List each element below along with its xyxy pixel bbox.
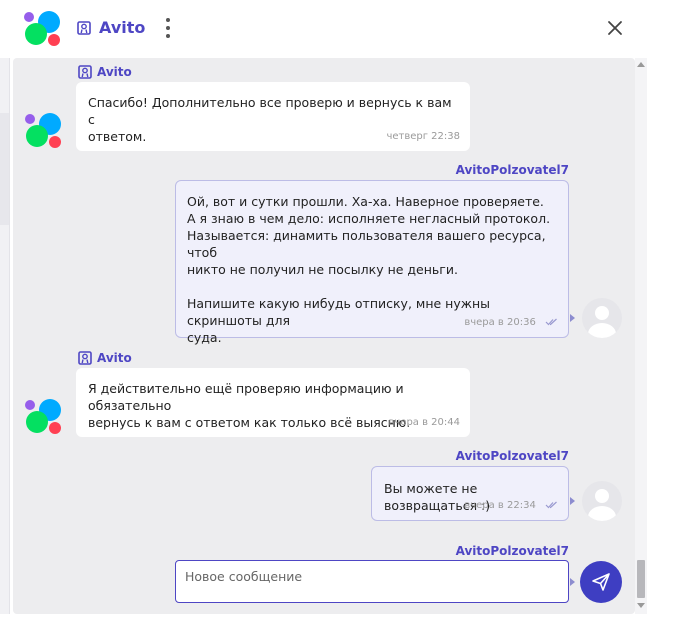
- sender-name[interactable]: Avito: [97, 65, 132, 79]
- sender-name[interactable]: AvitoPolzovatel7: [456, 163, 569, 177]
- avito-avatar: [25, 399, 63, 434]
- bubble-tail-icon: [570, 578, 575, 586]
- message-meta: вчера в 22:34: [464, 497, 558, 514]
- verified-badge-icon: [78, 65, 92, 79]
- conversation-list-edge[interactable]: [0, 58, 10, 614]
- verified-badge-icon: [77, 21, 91, 35]
- scrollbar[interactable]: [635, 58, 647, 614]
- user-avatar[interactable]: [582, 481, 622, 521]
- avito-avatar: [25, 113, 63, 148]
- verified-badge-icon: [78, 351, 92, 365]
- message-time: вчера в 20:36: [464, 317, 536, 328]
- message-bubble-incoming: Спасибо! Дополнительно все проверю и вер…: [76, 82, 470, 151]
- message-time: вчера в 22:34: [464, 500, 536, 511]
- send-button[interactable]: [580, 561, 622, 603]
- double-check-icon: [545, 318, 557, 326]
- close-icon[interactable]: [604, 17, 626, 39]
- conversation-list-item[interactable]: [0, 113, 9, 225]
- scrollbar-thumb[interactable]: [637, 560, 645, 598]
- scroll-down-arrow-icon[interactable]: [637, 603, 645, 608]
- send-icon: [592, 573, 610, 591]
- double-check-icon: [545, 501, 557, 509]
- composer-sender-name: AvitoPolzovatel7: [455, 544, 569, 558]
- new-message-input[interactable]: [175, 560, 569, 603]
- message-time: вчера в 20:44: [388, 417, 461, 428]
- bubble-tail-icon: [570, 314, 575, 322]
- scroll-up-arrow-icon[interactable]: [637, 62, 645, 67]
- message-time: четверг 22:38: [386, 131, 460, 142]
- user-avatar[interactable]: [582, 298, 622, 338]
- chat-title[interactable]: Avito: [99, 18, 145, 37]
- message-bubble-outgoing: Вы можете не возвращаться :) вчера в 22:…: [371, 466, 569, 521]
- chat-header: Avito: [0, 0, 700, 58]
- avito-logo: [24, 11, 62, 46]
- bubble-tail-icon: [570, 497, 575, 505]
- sender-name[interactable]: Avito: [97, 351, 132, 365]
- message-meta: вчера в 20:36: [464, 314, 558, 331]
- message-bubble-outgoing: Ой, вот и сутки прошли. Ха-ха. Наверное …: [175, 180, 569, 345]
- kebab-menu-icon[interactable]: [162, 17, 174, 39]
- sender-name[interactable]: AvitoPolzovatel7: [456, 449, 569, 463]
- message-bubble-incoming: Я действительно ещё проверяю информацию …: [76, 368, 470, 437]
